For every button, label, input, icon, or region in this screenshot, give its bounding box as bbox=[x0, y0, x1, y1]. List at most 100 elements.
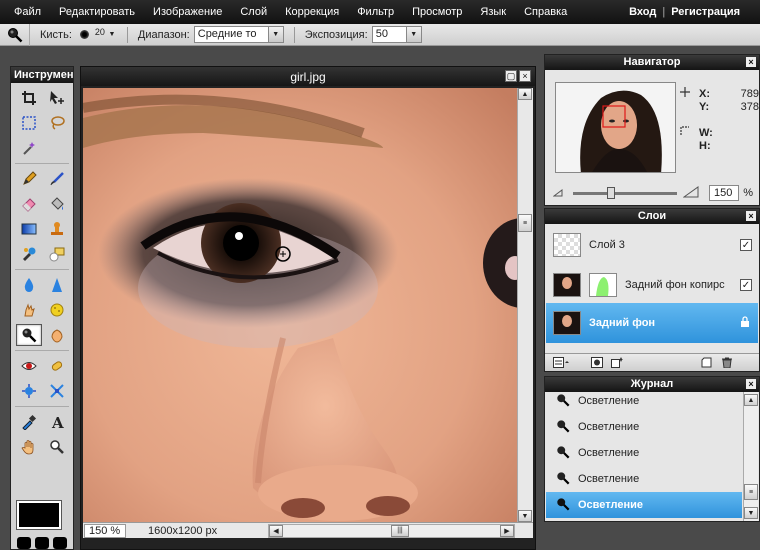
close-icon[interactable]: × bbox=[746, 379, 756, 389]
sponge-tool-icon[interactable] bbox=[44, 299, 70, 321]
close-icon[interactable]: × bbox=[746, 211, 756, 221]
eyedropper-tool-icon[interactable] bbox=[16, 411, 42, 433]
menu-filter[interactable]: Фильтр bbox=[348, 6, 403, 18]
history-item[interactable]: Осветление bbox=[546, 466, 742, 492]
stamp-tool-icon[interactable] bbox=[44, 218, 70, 240]
navigator-zoom-input[interactable]: 150 bbox=[708, 185, 740, 201]
scroll-thumb[interactable]: ≡ bbox=[518, 214, 532, 232]
navigator-thumbnail[interactable] bbox=[555, 82, 676, 173]
blur-tool-icon[interactable] bbox=[16, 274, 42, 296]
dodge-burn-tool-icon[interactable] bbox=[16, 324, 42, 346]
scroll-thumb[interactable]: ||| bbox=[391, 524, 409, 537]
lasso-tool-icon[interactable] bbox=[44, 112, 70, 134]
paint-bucket-icon[interactable] bbox=[44, 193, 70, 215]
foreground-color-swatch[interactable] bbox=[16, 500, 62, 530]
menu-edit[interactable]: Редактировать bbox=[50, 6, 144, 18]
menu-view[interactable]: Просмотр bbox=[403, 6, 471, 18]
zoom-out-icon[interactable] bbox=[552, 187, 567, 200]
zoom-in-icon[interactable] bbox=[682, 185, 701, 201]
history-scrollbar[interactable]: ▲ ≡ ▼ bbox=[743, 392, 758, 521]
layer-name: Слой 3 bbox=[589, 239, 625, 251]
eraser-tool-icon[interactable] bbox=[16, 193, 42, 215]
scroll-right-icon[interactable]: ▶ bbox=[500, 524, 514, 537]
brush-label: Кисть: bbox=[40, 28, 72, 41]
scroll-thumb[interactable]: ≡ bbox=[744, 484, 758, 500]
layer-row-selected[interactable]: Задний фон bbox=[546, 303, 758, 343]
color-preset-swatch[interactable] bbox=[53, 537, 67, 549]
red-eye-tool-icon[interactable] bbox=[16, 355, 42, 377]
history-item[interactable]: Осветление bbox=[546, 414, 742, 440]
divider bbox=[126, 26, 128, 43]
color-preset-swatch[interactable] bbox=[17, 537, 31, 549]
smudge-tool-icon[interactable] bbox=[16, 299, 42, 321]
zoom-slider-knob[interactable] bbox=[606, 186, 615, 199]
exposure-select[interactable]: 50 ▼ bbox=[371, 26, 422, 43]
brush-preview-icon[interactable] bbox=[79, 30, 89, 39]
layer-thumbnail bbox=[553, 233, 581, 257]
text-tool-icon[interactable]: A bbox=[44, 411, 70, 433]
menu-language[interactable]: Язык bbox=[471, 6, 515, 18]
scroll-left-icon[interactable]: ◀ bbox=[269, 524, 283, 537]
menu-image[interactable]: Изображение bbox=[144, 6, 231, 18]
magic-wand-icon[interactable] bbox=[16, 137, 42, 159]
move-tool-icon[interactable] bbox=[44, 87, 70, 109]
pencil-tool-icon[interactable] bbox=[16, 168, 42, 190]
layer-mask-icon[interactable] bbox=[591, 357, 603, 368]
history-item[interactable]: Осветление bbox=[546, 390, 742, 412]
close-icon[interactable]: × bbox=[746, 57, 756, 67]
register-link[interactable]: Регистрация bbox=[671, 6, 740, 18]
drawing-tool-icon[interactable] bbox=[44, 243, 70, 265]
layer-visibility-checkbox[interactable]: ✓ bbox=[740, 239, 752, 251]
close-icon[interactable]: × bbox=[519, 70, 531, 82]
zoom-tool-icon[interactable] bbox=[44, 436, 70, 458]
layer-row[interactable]: Задний фон копирс ✓ bbox=[546, 265, 758, 305]
marquee-tool-icon[interactable] bbox=[16, 112, 42, 134]
crop-tool-icon[interactable] bbox=[16, 87, 42, 109]
scroll-up-icon[interactable]: ▲ bbox=[744, 394, 758, 406]
history-item-selected[interactable]: Осветление bbox=[546, 492, 742, 518]
color-replace-icon[interactable] bbox=[16, 243, 42, 265]
menu-file[interactable]: Файл bbox=[0, 6, 50, 18]
layer-effects-icon[interactable] bbox=[611, 357, 623, 368]
menu-adjustment[interactable]: Коррекция bbox=[276, 6, 348, 18]
menu-layer[interactable]: Слой bbox=[231, 6, 276, 18]
scroll-down-icon[interactable]: ▼ bbox=[744, 507, 758, 519]
scroll-down-icon[interactable]: ▼ bbox=[518, 510, 532, 522]
layer-row[interactable]: Слой 3 ✓ bbox=[546, 225, 758, 265]
sharpen-tool-icon[interactable] bbox=[44, 274, 70, 296]
color-preset-swatch[interactable] bbox=[35, 537, 49, 549]
range-select[interactable]: Средние то ▼ bbox=[193, 26, 284, 43]
document-titlebar[interactable]: girl.jpg ▢ × bbox=[81, 67, 535, 86]
zoom-slider[interactable] bbox=[573, 186, 677, 199]
zoom-field[interactable]: 150 % bbox=[84, 523, 126, 538]
delete-layer-icon[interactable] bbox=[721, 357, 733, 369]
brush-dropdown-icon[interactable]: ▼ bbox=[107, 28, 117, 42]
brush-tool-icon[interactable] bbox=[44, 168, 70, 190]
navigator-titlebar[interactable]: Навигатор × bbox=[545, 55, 759, 70]
gradient-tool-icon[interactable] bbox=[16, 218, 42, 240]
vertical-scrollbar[interactable]: ▲ ≡ ▼ bbox=[517, 88, 533, 522]
y-label: Y: bbox=[699, 101, 710, 113]
chevron-down-icon: ▼ bbox=[267, 27, 283, 42]
layer-visibility-checkbox[interactable]: ✓ bbox=[740, 279, 752, 291]
login-link[interactable]: Вход bbox=[629, 6, 656, 18]
toolbox-title[interactable]: Инструмент bbox=[11, 67, 73, 83]
hand-tool-icon[interactable] bbox=[16, 436, 42, 458]
toolbox-panel: Инструмент A bbox=[10, 66, 74, 550]
menu-help[interactable]: Справка bbox=[515, 6, 576, 18]
layer-mask-thumbnail bbox=[589, 273, 617, 297]
pinch-tool-icon[interactable] bbox=[44, 380, 70, 402]
layers-titlebar[interactable]: Слои × bbox=[545, 209, 759, 224]
layer-thumbnail bbox=[553, 273, 581, 297]
image-canvas[interactable] bbox=[83, 88, 517, 522]
crosshair-icon bbox=[679, 86, 699, 101]
spot-heal-icon[interactable] bbox=[44, 355, 70, 377]
bloat-tool-icon[interactable] bbox=[16, 380, 42, 402]
maximize-icon[interactable]: ▢ bbox=[505, 70, 517, 82]
new-layer-icon[interactable] bbox=[701, 357, 713, 368]
horizontal-scrollbar[interactable]: ◀ ||| ▶ bbox=[268, 523, 515, 538]
layer-settings-icon[interactable] bbox=[553, 357, 569, 368]
burn-hand-icon[interactable] bbox=[44, 324, 70, 346]
history-item[interactable]: Осветление bbox=[546, 440, 742, 466]
scroll-up-icon[interactable]: ▲ bbox=[518, 88, 532, 100]
